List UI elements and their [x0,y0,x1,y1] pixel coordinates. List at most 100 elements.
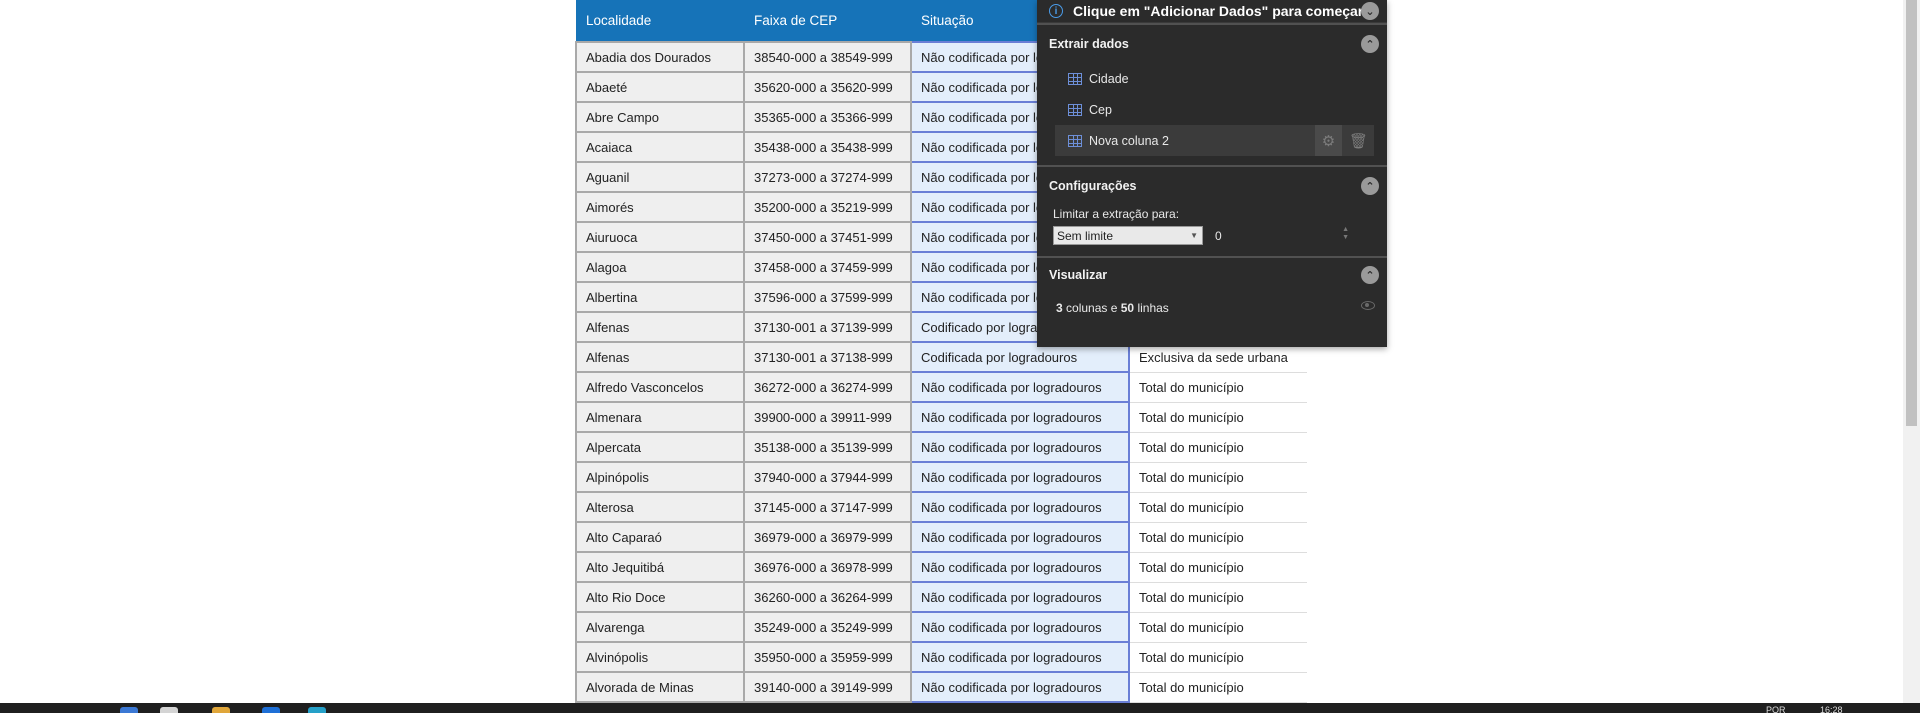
table-row: Almenara 39900-000 a 39911-999 Não codific… [575,401,1307,433]
abrangencia-cell: Total do município [1129,522,1307,553]
data-summary: 3 colunas e 50 linhas [1037,292,1387,324]
faixa-cep-cell: 36260-000 a 36264-999 [743,581,912,613]
summary-row-count: 50 [1120,301,1135,315]
gear-icon[interactable]: ⚙ [1315,125,1342,156]
faixa-cep-cell: 35950-000 a 35959-999 [743,641,912,673]
column-item-nova-coluna-2[interactable]: Nova coluna 2 ⚙ 🗑 [1055,125,1374,156]
table-row: Alterosa 37145-000 a 37147-999 Não codific… [575,491,1307,523]
localidade-cell: Alpercata [575,431,745,463]
situacao-cell: Não codificada por logradouros [910,521,1130,553]
trash-icon[interactable]: 🗑 [1345,125,1372,156]
abrangencia-cell: Total do município [1129,672,1307,703]
localidade-cell: Aguanil [575,161,745,193]
taskbar-app-icon[interactable] [160,707,178,713]
localidade-cell: Alagoa [575,251,745,283]
abrangencia-cell: Total do município [1129,492,1307,523]
table-row: Alto Caparaó 36979-000 a 36979-999 Não cod… [575,521,1307,553]
taskbar-app-icon[interactable] [212,707,230,713]
chevron-down-icon: ▼ [1190,231,1198,240]
localidade-cell: Alfredo Vasconcelos [575,371,745,403]
localidade-cell: Alto Caparaó [575,521,745,553]
situacao-cell: Não codificada por logradouros [910,641,1130,673]
config-section-title: Configurações [1049,179,1137,193]
localidade-cell: Abaeté [575,71,745,103]
vertical-scrollbar[interactable] [1903,0,1920,703]
extract-section-title: Extrair dados [1049,37,1129,51]
faixa-cep-cell: 35620-000 a 35620-999 [743,71,912,103]
situacao-cell: Não codificada por logradouros [910,551,1130,583]
faixa-cep-cell: 38540-000 a 38549-999 [743,41,912,73]
language-indicator[interactable]: POR [1766,705,1786,715]
situacao-cell: Não codificada por logradouros [910,431,1130,463]
taskbar-app-icon[interactable] [308,707,326,713]
localidade-cell: Aimorés [575,191,745,223]
limit-label: Limitar a extração para: [1053,207,1180,221]
faixa-cep-cell: 35438-000 a 35438-999 [743,131,912,163]
taskbar-app-icon[interactable] [262,707,280,713]
localidade-cell: Alterosa [575,491,745,523]
extract-section-header[interactable]: Extrair dados ⌃ [1037,25,1387,63]
config-section-header[interactable]: Configurações ⌃ [1037,167,1387,205]
faixa-cep-cell: 36976-000 a 36978-999 [743,551,912,583]
table-icon [1068,103,1082,116]
localidade-cell: Albertina [575,281,745,313]
abrangencia-cell: Total do município [1129,402,1307,433]
scrollbar-thumb[interactable] [1906,0,1917,426]
limit-select[interactable]: Sem limite ▼ [1053,226,1203,245]
localidade-cell: Alvarenga [575,611,745,643]
clock[interactable]: 16:28 [1820,705,1843,715]
header-faixa-cep: Faixa de CEP [744,0,911,42]
table-row: Alvarenga 35249-000 a 35249-999 Não codifi… [575,611,1307,643]
spinner-arrows-icon[interactable]: ▲ ▼ [1342,226,1349,242]
localidade-cell: Abadia dos Dourados [575,41,745,73]
visualize-section-header[interactable]: Visualizar ⌃ [1037,258,1387,292]
abrangencia-cell: Total do município [1129,642,1307,673]
abrangencia-cell: Total do município [1129,432,1307,463]
faixa-cep-cell: 37130-001 a 37139-999 [743,311,912,343]
faixa-cep-cell: 39900-000 a 39911-999 [743,401,912,433]
localidade-cell: Alfenas [575,311,745,343]
faixa-cep-cell: 37458-000 a 37459-999 [743,251,912,283]
faixa-cep-cell: 37130-001 a 37138-999 [743,341,912,373]
situacao-cell: Não codificada por logradouros [910,581,1130,613]
panel-header-title: Clique em "Adicionar Dados" para começar [1073,3,1364,19]
table-row: Alpinópolis 37940-000 a 37944-999 Não codi… [575,461,1307,493]
column-item-cidade[interactable]: Cidade [1037,63,1387,94]
table-row: Alvinópolis 35950-000 a 35959-999 Não codi… [575,641,1307,673]
table-row: Alto Jequitibá 36976-000 a 36978-999 Não c… [575,551,1307,583]
extension-panel: i Clique em "Adicionar Dados" para começ… [1037,0,1387,347]
eye-icon[interactable] [1361,301,1375,310]
localidade-cell: Alvorada de Minas [575,671,745,703]
faixa-cep-cell: 35200-000 a 35219-999 [743,191,912,223]
chevron-up-icon[interactable]: ⌃ [1361,177,1379,195]
abrangencia-cell: Total do município [1129,462,1307,493]
localidade-cell: Abre Campo [575,101,745,133]
situacao-cell: Não codificada por logradouros [910,401,1130,433]
faixa-cep-cell: 35365-000 a 35366-999 [743,101,912,133]
chevron-up-icon[interactable]: ⌃ [1361,266,1379,284]
localidade-cell: Alvinópolis [575,641,745,673]
column-item-cep[interactable]: Cep [1037,94,1387,125]
situacao-cell: Não codificada por logradouros [910,491,1130,523]
faixa-cep-cell: 35249-000 a 35249-999 [743,611,912,643]
taskbar: POR 16:28 [0,703,1920,715]
column-label: Cidade [1089,71,1129,86]
chevron-up-icon[interactable]: ⌃ [1361,35,1379,53]
faixa-cep-cell: 37940-000 a 37944-999 [743,461,912,493]
faixa-cep-cell: 36979-000 a 36979-999 [743,521,912,553]
localidade-cell: Almenara [575,401,745,433]
chevron-down-icon[interactable]: ⌄ [1361,2,1379,20]
localidade-cell: Aiuruoca [575,221,745,253]
faixa-cep-cell: 37450-000 a 37451-999 [743,221,912,253]
localidade-cell: Alfenas [575,341,745,373]
table-icon [1068,72,1082,85]
abrangencia-cell: Total do município [1129,582,1307,613]
localidade-cell: Alto Jequitibá [575,551,745,583]
limit-number-input[interactable]: 0 ▲ ▼ [1215,226,1349,243]
limit-row: Sem limite ▼ 0 ▲ ▼ [1053,226,1387,245]
panel-header: i Clique em "Adicionar Dados" para começ… [1037,0,1387,23]
faixa-cep-cell: 37596-000 a 37599-999 [743,281,912,313]
localidade-cell: Alto Rio Doce [575,581,745,613]
taskbar-app-icon[interactable] [120,707,138,713]
situacao-cell: Não codificada por logradouros [910,371,1130,403]
